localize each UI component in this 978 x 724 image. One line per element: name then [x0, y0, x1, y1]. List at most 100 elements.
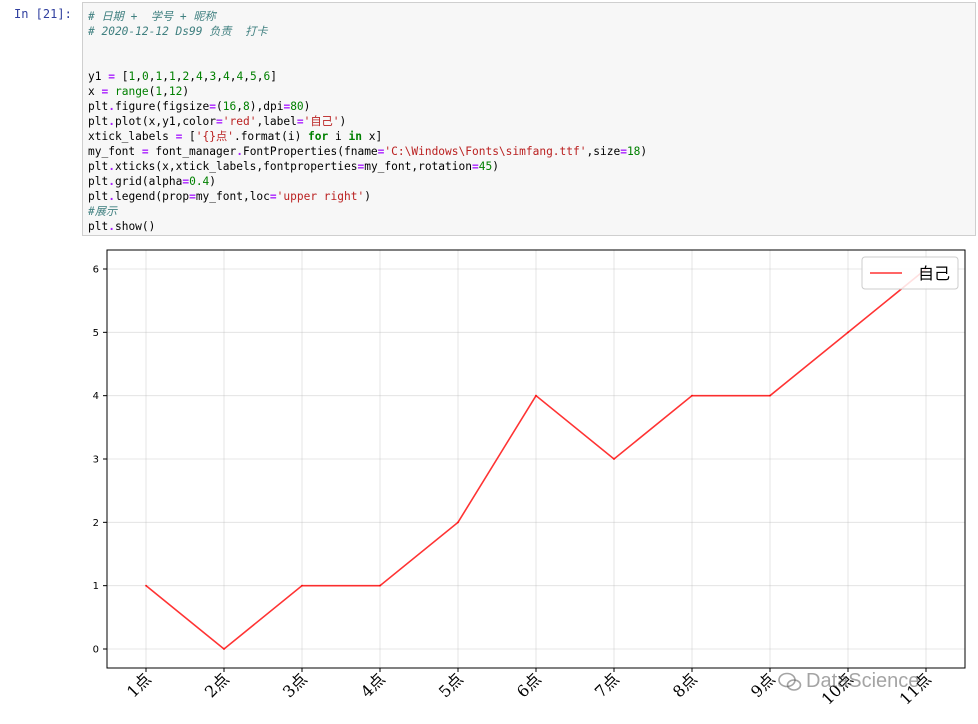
code-text[interactable]: # 日期 + 学号 + 昵称 # 2020-12-12 Ds99 负责 打卡 y1 …: [88, 9, 647, 234]
x-tick-label: 3点: [279, 669, 311, 701]
x-tick-label: 1点: [123, 669, 155, 701]
code-token: x]: [361, 130, 383, 143]
code-token: .: [108, 190, 115, 203]
code-token: 0.4: [189, 175, 210, 188]
y-tick-label: 2: [93, 518, 99, 529]
code-token: my_font,loc: [195, 190, 270, 203]
watermark: DataScience: [778, 670, 919, 693]
code-token: range: [114, 85, 149, 98]
code-token: 5: [249, 70, 257, 83]
code-token: =: [141, 145, 149, 158]
code-token: legend(prop: [114, 190, 190, 203]
data-point: [535, 394, 537, 397]
code-token: ): [209, 175, 217, 188]
code-line: #展示: [88, 204, 647, 219]
code-token: # 2020-12-12 Ds99 负责 打卡: [88, 25, 268, 38]
x-tick-label: 6点: [513, 669, 545, 701]
y-tick-label: 0: [93, 645, 99, 656]
code-line: plt.plot(x,y1,color='red',label='自己'): [88, 114, 647, 129]
x-tick-label: 8点: [669, 669, 701, 701]
code-token: .: [108, 100, 115, 113]
code-token: ,: [236, 100, 243, 113]
code-token: in: [348, 130, 362, 143]
code-token: 12: [168, 85, 183, 98]
code-token: figure(figsize: [114, 100, 210, 113]
code-token: plt: [88, 160, 109, 173]
code-token: plt: [88, 175, 109, 188]
data-point: [847, 331, 849, 334]
code-token: =: [189, 190, 196, 203]
code-token: '{}点': [195, 130, 234, 143]
x-tick-label: 2点: [201, 669, 233, 701]
code-token: font_manager: [148, 145, 237, 158]
code-token: .: [233, 130, 241, 143]
data-point: [613, 458, 615, 460]
code-token: 4: [195, 70, 203, 83]
code-token: ,: [162, 85, 169, 98]
code-token: 80: [290, 100, 304, 113]
code-token: 45: [478, 160, 493, 173]
watermark-text: DataScience: [806, 670, 920, 692]
data-point: [457, 521, 459, 524]
code-token: xticks(x,xtick_labels,fontproperties: [114, 160, 358, 173]
code-token: # 日期 + 学号 + 昵称: [88, 10, 216, 23]
code-token: (: [216, 100, 223, 113]
code-token: plt: [88, 115, 109, 128]
code-line: y1 = [1,0,1,1,2,4,3,4,4,5,6]: [88, 69, 647, 84]
code-token: FontProperties(fname: [242, 145, 378, 158]
code-token: ),dpi: [249, 100, 284, 113]
code-token: ): [640, 145, 648, 158]
code-line: # 2020-12-12 Ds99 负责 打卡: [88, 24, 647, 39]
x-tick-label: 9点: [747, 669, 779, 701]
data-point: [379, 584, 381, 587]
code-token: i: [328, 130, 349, 143]
code-line: x = range(1,12): [88, 84, 647, 99]
code-token: my_font,rotation: [364, 160, 472, 173]
code-token: my_font: [88, 145, 142, 158]
code-line: xtick_labels = ['{}点'.format(i) for i in…: [88, 129, 647, 144]
code-token: .: [108, 220, 115, 233]
line-chart: 01234561点 2点 3点 4点 5点 6点 7点 8点 9点 10点 11点自己: [93, 249, 966, 709]
code-token: '自己': [303, 115, 340, 128]
code-token: ,: [243, 70, 250, 83]
code-token: .: [108, 115, 115, 128]
code-token: for: [308, 130, 329, 143]
code-token: 'C:\Windows\Fonts\simfang.ttf': [384, 145, 587, 158]
cell-prompt: In [21]:: [14, 7, 72, 21]
code-token: ,: [189, 70, 196, 83]
code-token: plt: [88, 100, 109, 113]
code-token: 0: [141, 70, 149, 83]
code-token: grid(alpha: [114, 175, 183, 188]
code-cell-editor[interactable]: # 日期 + 学号 + 昵称 # 2020-12-12 Ds99 负责 打卡 y1 …: [82, 2, 976, 236]
code-token: ,size: [586, 145, 621, 158]
code-token: =: [209, 100, 217, 113]
code-token: =: [269, 190, 277, 203]
code-token: ): [364, 190, 371, 203]
y-tick-label: 6: [93, 265, 99, 276]
code-line: # 日期 + 学号 + 昵称: [88, 9, 647, 24]
code-line: plt.xticks(x,xtick_labels,fontproperties…: [88, 159, 647, 174]
code-token: ,: [216, 70, 223, 83]
data-point: [691, 394, 693, 397]
code-token: .: [108, 160, 115, 173]
code-token: #展示: [88, 205, 118, 218]
code-line: plt.show(): [88, 219, 647, 234]
x-tick-label: 7点: [591, 669, 623, 701]
y-tick-label: 4: [93, 391, 99, 402]
code-token: =: [620, 145, 627, 158]
legend-label: 自己: [918, 264, 950, 283]
code-token: ): [303, 100, 311, 113]
code-token: format(i): [240, 130, 309, 143]
x-tick-label: 4点: [357, 669, 389, 701]
code-token: plt: [88, 220, 109, 233]
y-tick-label: 1: [93, 581, 99, 592]
code-token: 4: [222, 70, 230, 83]
data-point: [223, 648, 225, 650]
y-tick-label: 3: [93, 455, 99, 466]
code-token: 18: [626, 145, 641, 158]
code-token: [: [182, 130, 196, 143]
code-token: 16: [222, 100, 237, 113]
